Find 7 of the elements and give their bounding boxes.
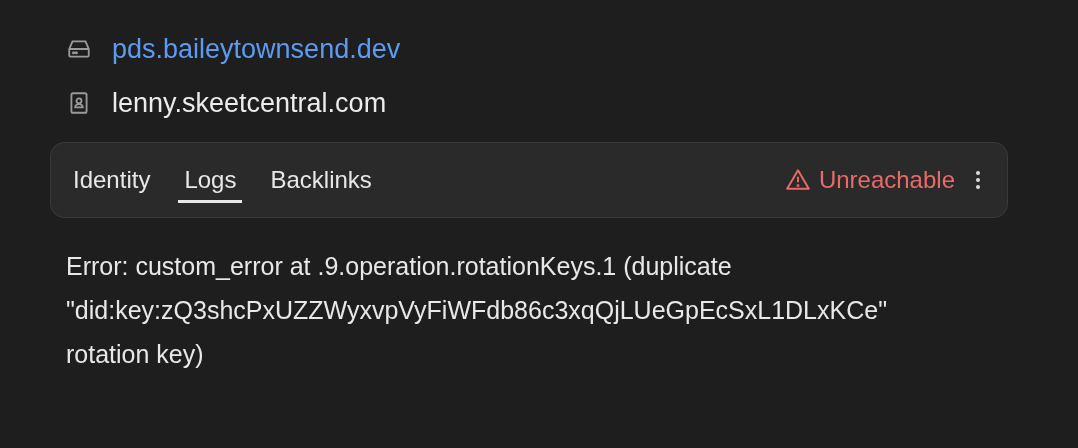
error-message: Error: custom_error at .9.operation.rotationKeys.1 (duplicate "did:key:zQ3shcPxUZZWyxvpVyFiWFdb86c3xqQjLUeGpEcSxL1DLxKCe" rotation key) (66, 251, 889, 370)
tab[interactable]: Logs (178, 157, 243, 203)
host-link[interactable]: pds.baileytownsend.dev (112, 33, 401, 65)
handle-text: lenny.skeetcentral.com (112, 87, 387, 119)
status-text: Unreachable (818, 166, 955, 194)
tab[interactable]: Identity (67, 157, 157, 203)
tab[interactable]: Backlinks (264, 157, 378, 203)
